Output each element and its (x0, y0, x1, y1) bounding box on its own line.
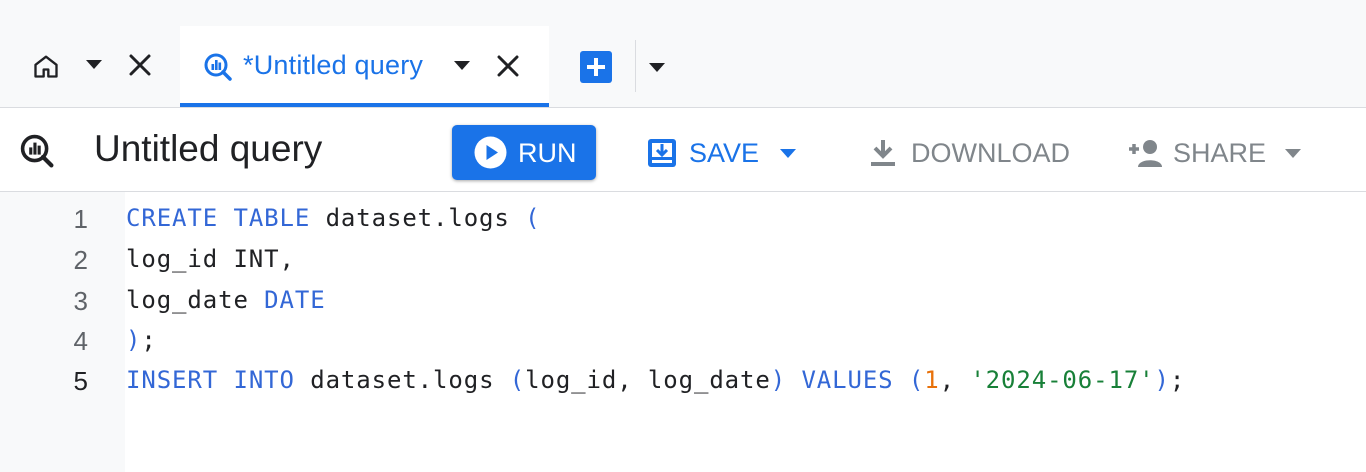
play-circle-icon (474, 136, 507, 169)
share-button[interactable]: SHARE (1125, 125, 1310, 180)
code-token: , (939, 366, 971, 394)
line-number: 3 (73, 286, 88, 316)
home-icon[interactable] (32, 52, 60, 80)
line-number: 4 (73, 326, 88, 356)
code-text: log_id INT, (126, 245, 295, 273)
page-title: Untitled query (94, 128, 323, 169)
close-icon[interactable] (128, 53, 152, 77)
line-number: 1 (73, 204, 88, 234)
code-token: VALUES (801, 366, 894, 394)
code-text: CREATE TABLE dataset.logs ( (126, 204, 540, 232)
code-token: log_date (126, 286, 265, 314)
code-line[interactable]: 3 log_date DATE (0, 280, 1366, 321)
tab-divider (635, 40, 636, 92)
chevron-down-icon[interactable] (454, 61, 470, 71)
code-token: log_id INT, (126, 245, 295, 273)
chevron-down-icon[interactable] (645, 58, 669, 78)
code-token: ) (126, 326, 142, 354)
code-token: ; (1169, 366, 1186, 394)
code-token: ( (525, 204, 541, 232)
code-token: INSERT (126, 366, 219, 394)
code-token: ; (141, 326, 157, 354)
code-token: TABLE (233, 204, 311, 232)
download-icon (871, 140, 895, 166)
chevron-down-icon[interactable] (780, 149, 796, 159)
code-token: '2024-06-17' (970, 366, 1155, 394)
code-line[interactable]: 1 CREATE TABLE dataset.logs ( (0, 198, 1366, 239)
code-token: ) (770, 366, 787, 394)
run-button-label: RUN (518, 138, 577, 168)
line-number: 5 (73, 366, 88, 396)
person-add-icon (1129, 140, 1162, 167)
code-token: ( (908, 366, 925, 394)
tab-home[interactable] (18, 36, 168, 98)
download-button-label: DOWNLOAD (911, 138, 1071, 168)
code-token: dataset.logs (310, 204, 526, 232)
code-text: INSERT INTO dataset.logs (log_id, log_da… (126, 366, 1185, 394)
download-button[interactable]: DOWNLOAD (866, 125, 1074, 180)
code-token: CREATE (126, 204, 219, 232)
save-button-label: SAVE (689, 138, 760, 168)
code-line[interactable]: 4); (0, 320, 1366, 361)
close-icon[interactable] (496, 54, 520, 78)
code-token: ( (509, 366, 526, 394)
query-toolbar: Untitled query RUN SAVE DOWNLOAD SHARE (0, 108, 1366, 192)
code-token: 1 (924, 366, 940, 394)
code-line[interactable]: 2 log_id INT, (0, 239, 1366, 280)
code-token: ) (1154, 366, 1170, 394)
query-icon (204, 53, 232, 81)
query-icon (20, 134, 54, 168)
code-text: log_date DATE (126, 286, 326, 314)
code-text: ); (126, 326, 157, 354)
save-button[interactable]: SAVE (640, 125, 805, 180)
code-token: INTO (233, 366, 295, 394)
chevron-down-icon[interactable] (86, 60, 102, 70)
active-tab-indicator (180, 103, 549, 107)
tab-bar: *Untitled query (0, 0, 1366, 108)
code-token: DATE (264, 286, 326, 314)
share-button-label: SHARE (1173, 138, 1267, 168)
chevron-down-icon[interactable] (1285, 149, 1301, 159)
code-token: log_id, log_date (525, 366, 771, 394)
run-button[interactable]: RUN (452, 125, 596, 180)
line-number: 2 (73, 245, 88, 275)
sql-editor[interactable]: 1 CREATE TABLE dataset.logs (2 log_id INT,… (0, 192, 1366, 472)
add-box-icon[interactable] (580, 51, 612, 83)
code-token: dataset.logs (294, 366, 510, 394)
save-icon (648, 139, 676, 167)
tab-untitled-query[interactable]: *Untitled query (180, 26, 549, 107)
tab-label: *Untitled query (243, 50, 424, 80)
code-line[interactable]: 5 INSERT INTO dataset.logs (log_id, log_d… (0, 360, 1366, 401)
